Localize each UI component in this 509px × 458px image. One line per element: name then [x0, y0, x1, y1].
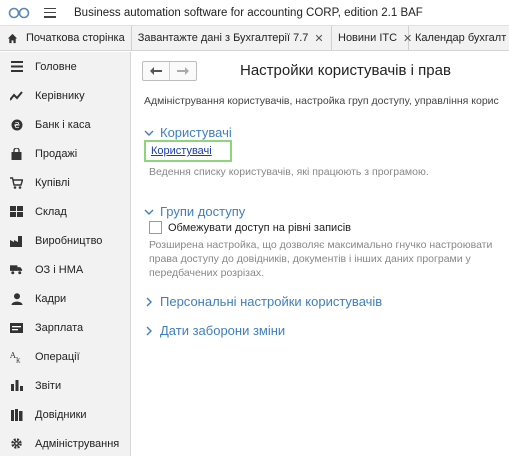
sidebar-item-label: Склад: [35, 205, 67, 218]
tab-label: Завантажте дані з Бухгалтерії 7.7: [137, 32, 309, 44]
bar-chart-icon: [10, 379, 23, 392]
sidebar-item-label: Продажі: [35, 147, 78, 160]
sidebar-item-bank[interactable]: ₴ Банк і каса: [0, 110, 130, 139]
back-button[interactable]: [143, 62, 169, 80]
section-title: Користувачі: [160, 125, 232, 140]
sidebar-item-main[interactable]: Головне: [0, 52, 130, 81]
sidebar-item-label: Зарплата: [35, 321, 84, 334]
sidebar-item-manager[interactable]: Керівнику: [0, 81, 130, 110]
sidebar-item-payroll[interactable]: Зарплата: [0, 313, 130, 342]
sidebar-item-hr[interactable]: Кадри: [0, 284, 130, 313]
chevron-down-icon: [144, 209, 154, 215]
section-users-header[interactable]: Користувачі: [144, 125, 232, 140]
arrow-right-icon: [177, 67, 189, 75]
section-personal-settings-header[interactable]: Персональні настройки користувачів: [144, 294, 382, 309]
tab-strip: Початкова сторінка Завантажте дані з Бух…: [0, 26, 509, 51]
gear-icon: [10, 437, 23, 450]
sidebar-item-label: Купівлі: [35, 176, 70, 189]
svg-text:k: k: [16, 357, 21, 364]
close-icon[interactable]: ✕: [314, 32, 323, 45]
hint-line: передбачених розрізах.: [149, 267, 264, 279]
access-groups-hint: Розширена настройка, що дозволяє максима…: [149, 238, 492, 280]
main-panel: Настройки користувачів і прав Адміністру…: [132, 52, 509, 456]
menu-lines-icon: [10, 60, 23, 73]
sidebar-item-reports[interactable]: Звіти: [0, 371, 130, 400]
record-level-access-row: Обмежувати доступ на рівні записів: [149, 221, 351, 234]
sidebar-item-label: Керівнику: [35, 89, 85, 102]
sidebar-item-administration[interactable]: Адміністрування: [0, 429, 130, 458]
sidebar-item-label: Виробництво: [35, 234, 103, 247]
tab-import-data[interactable]: Завантажте дані з Бухгалтерії 7.7 ✕: [132, 26, 332, 50]
record-level-access-checkbox[interactable]: [149, 221, 162, 234]
section-title: Дати заборони зміни: [160, 323, 286, 338]
warehouse-icon: [10, 205, 23, 218]
trend-icon: [10, 89, 23, 102]
page-description: Адміністрування користувачів, настройка …: [144, 95, 499, 107]
chevron-right-icon: [146, 326, 152, 335]
tab-news[interactable]: Новини ІТС ✕: [332, 26, 412, 50]
sidebar-item-label: Головне: [35, 60, 77, 73]
books-icon: [10, 408, 23, 421]
sidebar-item-label: Звіти: [35, 379, 62, 392]
sidebar-item-label: Адміністрування: [35, 437, 120, 450]
chevron-right-icon: [146, 297, 152, 306]
factory-icon: [10, 234, 23, 247]
sidebar-item-label: Банк і каса: [35, 118, 91, 131]
arrow-left-icon: [150, 67, 162, 75]
truck-icon: [10, 263, 23, 276]
person-icon: [10, 292, 23, 305]
app-logo-icon[interactable]: [8, 6, 32, 20]
section-access-groups-header[interactable]: Групи доступу: [144, 204, 245, 219]
chevron-down-icon: [144, 130, 154, 136]
forward-button[interactable]: [169, 62, 196, 80]
users-link[interactable]: Користувачі: [151, 145, 212, 157]
cart-icon: [10, 176, 23, 189]
title-bar: Business automation software for account…: [0, 0, 509, 26]
sidebar: Головне Керівнику ₴ Банк і каса Продажі …: [0, 52, 131, 456]
sidebar-item-sales[interactable]: Продажі: [0, 139, 130, 168]
sidebar-item-purchases[interactable]: Купівлі: [0, 168, 130, 197]
sidebar-item-production[interactable]: Виробництво: [0, 226, 130, 255]
sidebar-item-label: Операції: [35, 350, 80, 363]
section-title: Персональні настройки користувачів: [160, 294, 383, 309]
hint-line: права доступу до довідників, документів …: [149, 253, 471, 265]
navigation-buttons: [142, 61, 197, 81]
tab-label: Початкова сторінка: [26, 32, 125, 44]
svg-text:₴: ₴: [13, 121, 19, 130]
page-title: Настройки користувачів і прав: [240, 62, 451, 79]
sidebar-item-label: ОЗ і НМА: [35, 263, 84, 276]
sidebar-item-label: Кадри: [35, 292, 67, 305]
sidebar-item-label: Довідники: [35, 408, 87, 421]
tab-label: Новини ІТС: [338, 32, 398, 44]
section-title: Групи доступу: [160, 204, 246, 219]
users-link-highlight: Користувачі: [144, 140, 232, 162]
sidebar-item-directories[interactable]: Довідники: [0, 400, 130, 429]
sidebar-item-fixed-assets[interactable]: ОЗ і НМА: [0, 255, 130, 284]
tab-home[interactable]: Початкова сторінка: [0, 26, 132, 50]
payroll-icon: [10, 321, 23, 334]
operations-icon: Ak: [10, 350, 23, 363]
users-hint: Ведення списку користувачів, які працюют…: [149, 166, 429, 178]
main-menu-icon[interactable]: [44, 7, 56, 18]
coin-icon: ₴: [10, 118, 23, 131]
hint-line: Розширена настройка, що дозволяє максима…: [149, 239, 493, 251]
section-change-ban-dates-header[interactable]: Дати заборони зміни: [144, 323, 285, 338]
tab-calendar[interactable]: Календар бухгалт: [409, 26, 509, 50]
sidebar-item-warehouse[interactable]: Склад: [0, 197, 130, 226]
bag-icon: [10, 147, 23, 160]
tab-label: Календар бухгалт: [415, 32, 507, 44]
home-icon: [7, 33, 18, 43]
app-title: Business automation software for account…: [74, 6, 423, 19]
checkbox-label: Обмежувати доступ на рівні записів: [168, 221, 351, 234]
sidebar-item-operations[interactable]: Ak Операції: [0, 342, 130, 371]
